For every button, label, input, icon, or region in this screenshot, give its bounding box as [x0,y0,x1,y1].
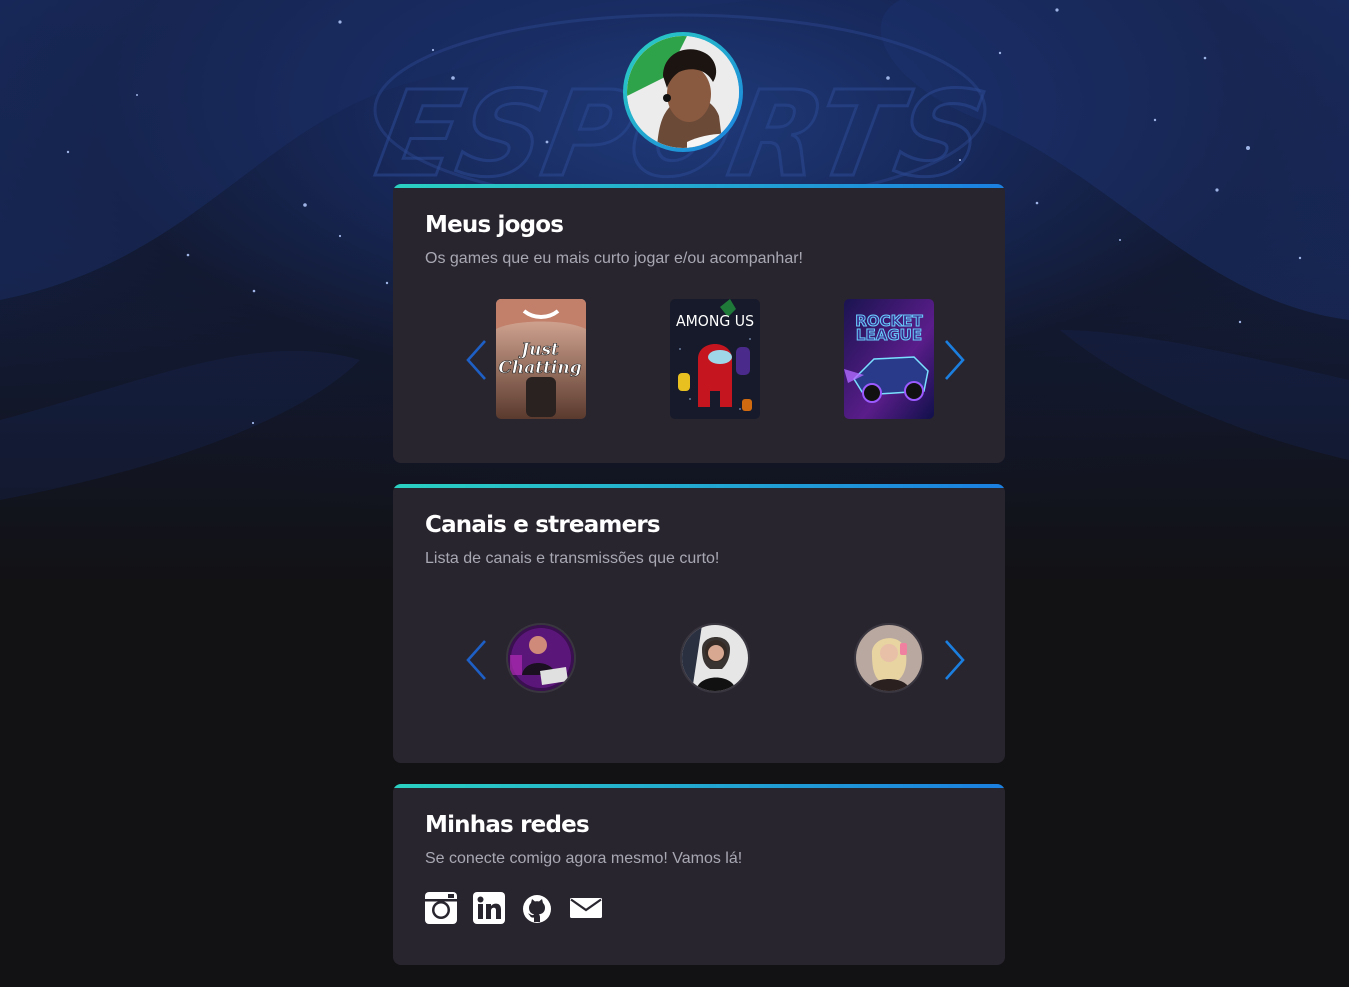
channels-card: Canais e streamers Lista de canais e tra… [393,484,1005,763]
game-just-chatting-label-2: Chatting [498,358,581,378]
linkedin-icon[interactable] [472,891,506,925]
game-rocket-league[interactable]: ROCKET LEAGUE [844,299,934,419]
channels-title: Canais e streamers [425,512,661,538]
games-card: Meus jogos Os games que eu mais curto jo… [393,184,1005,463]
game-just-chatting-label-1: Just [518,340,559,360]
socials-subtitle: Se conecte comigo agora mesmo! Vamos lá! [425,850,743,867]
game-just-chatting[interactable]: Just Chatting [496,299,586,419]
carousel-next-icon[interactable] [938,338,968,382]
channels-subtitle: Lista de canais e transmissões que curto… [425,550,720,567]
socials-title: Minhas redes [425,812,590,838]
profile-avatar-ring [623,32,743,152]
games-title: Meus jogos [425,212,564,238]
socials-card: Minhas redes Se conecte comigo agora mes… [393,784,1005,965]
email-icon[interactable] [569,891,603,925]
streamer-avatar-1[interactable] [506,623,576,693]
github-icon[interactable] [520,891,554,925]
game-rocket-league-label-2: LEAGUE [856,326,922,344]
games-subtitle: Os games que eu mais curto jogar e/ou ac… [425,250,803,267]
carousel-prev-icon[interactable] [463,338,493,382]
instagram-icon[interactable] [424,891,458,925]
game-among-us[interactable]: AMONG US [670,299,760,419]
streamer-avatar-3[interactable] [854,623,924,693]
game-among-us-label: AMONG US [676,312,754,330]
channels-next-icon[interactable] [938,638,968,682]
channels-prev-icon[interactable] [463,638,493,682]
streamer-avatar-2[interactable] [680,623,750,693]
profile-avatar [627,36,739,148]
